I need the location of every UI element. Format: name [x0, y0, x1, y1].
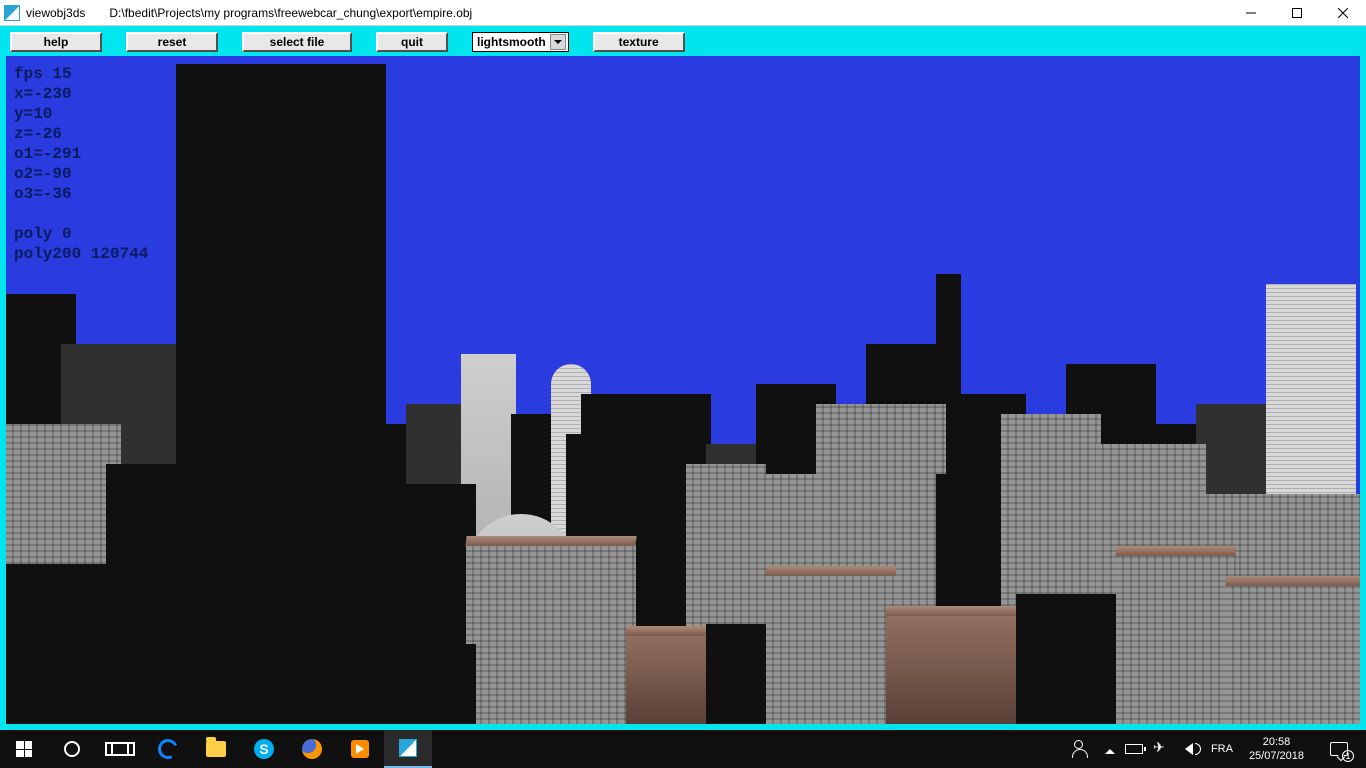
hud-fps: fps 15	[14, 65, 72, 83]
taskbar-app-skype[interactable]: S	[240, 730, 288, 768]
tray-language[interactable]: FRA	[1211, 743, 1233, 755]
task-view-button[interactable]	[96, 730, 144, 768]
tray-overflow[interactable]	[1105, 744, 1115, 754]
tray-people[interactable]	[1067, 730, 1095, 768]
folder-icon	[206, 741, 226, 757]
hud-z: z=-26	[14, 125, 62, 143]
hud-o3: o3=-36	[14, 185, 72, 203]
chevron-down-icon	[550, 34, 566, 50]
taskbar-app-explorer[interactable]	[192, 730, 240, 768]
app-frame: help reset select file quit lightsmooth …	[0, 26, 1366, 730]
edge-icon	[155, 736, 181, 762]
render-mode-value: lightsmooth	[477, 35, 546, 49]
quit-button[interactable]: quit	[376, 32, 448, 52]
tray-notifications[interactable]: 1	[1320, 730, 1358, 768]
app-name: viewobj3ds	[26, 6, 85, 20]
city-render	[6, 56, 1360, 724]
taskbar-app-firefox[interactable]	[288, 730, 336, 768]
taskbar-app-viewobj3ds[interactable]	[384, 730, 432, 768]
hud-o2: o2=-90	[14, 165, 72, 183]
battery-icon	[1125, 744, 1143, 754]
window-titlebar: viewobj3ds D:\fbedit\Projects\my program…	[0, 0, 1366, 26]
task-view-icon	[111, 742, 129, 756]
help-button[interactable]: help	[10, 32, 102, 52]
chevron-up-icon	[1105, 744, 1115, 754]
hud-poly0: poly 0	[14, 225, 72, 243]
volume-icon	[1179, 743, 1193, 755]
maximize-button[interactable]	[1274, 0, 1320, 26]
maximize-icon	[1292, 8, 1302, 18]
windows-logo-icon	[16, 741, 32, 757]
hud-overlay: fps 15 x=-230 y=10 z=-26 o1=-291 o2=-90 …	[14, 64, 148, 264]
select-file-button[interactable]: select file	[242, 32, 352, 52]
notification-badge: 1	[1342, 750, 1354, 762]
tray-airplane[interactable]	[1153, 741, 1169, 757]
cortana-button[interactable]	[48, 730, 96, 768]
tray-date: 25/07/2018	[1249, 749, 1304, 763]
tray-battery[interactable]	[1125, 744, 1143, 754]
taskbar-app-edge[interactable]	[144, 730, 192, 768]
hud-y: y=10	[14, 105, 52, 123]
file-path: D:\fbedit\Projects\my programs\freewebca…	[109, 6, 472, 20]
tray-time: 20:58	[1249, 735, 1304, 749]
start-button[interactable]	[0, 730, 48, 768]
skype-icon: S	[254, 739, 274, 759]
close-button[interactable]	[1320, 0, 1366, 26]
airplane-icon	[1153, 741, 1169, 757]
close-icon	[1338, 8, 1348, 18]
reset-button[interactable]: reset	[126, 32, 218, 52]
viewport-3d[interactable]: fps 15 x=-230 y=10 z=-26 o1=-291 o2=-90 …	[6, 56, 1360, 724]
render-mode-select[interactable]: lightsmooth	[472, 32, 569, 52]
media-player-icon	[351, 740, 369, 758]
hud-x: x=-230	[14, 85, 72, 103]
system-tray: FRA 20:58 25/07/2018 1	[1067, 730, 1366, 768]
app-icon	[4, 5, 20, 21]
windows-taskbar: S FRA 20:58 25/07/2018 1	[0, 730, 1366, 768]
minimize-icon	[1246, 8, 1256, 18]
cortana-icon	[64, 741, 80, 757]
hud-o1: o1=-291	[14, 145, 81, 163]
taskbar-app-media-player[interactable]	[336, 730, 384, 768]
tray-volume[interactable]	[1179, 743, 1201, 755]
volume-wave-icon	[1195, 743, 1201, 755]
toolbar: help reset select file quit lightsmooth …	[6, 32, 1360, 56]
firefox-icon	[302, 739, 322, 759]
minimize-button[interactable]	[1228, 0, 1274, 26]
tray-clock[interactable]: 20:58 25/07/2018	[1243, 735, 1310, 763]
viewobj3ds-icon	[399, 739, 417, 757]
texture-button[interactable]: texture	[593, 32, 685, 52]
hud-poly200: poly200 120744	[14, 245, 148, 263]
people-icon	[1072, 740, 1090, 758]
